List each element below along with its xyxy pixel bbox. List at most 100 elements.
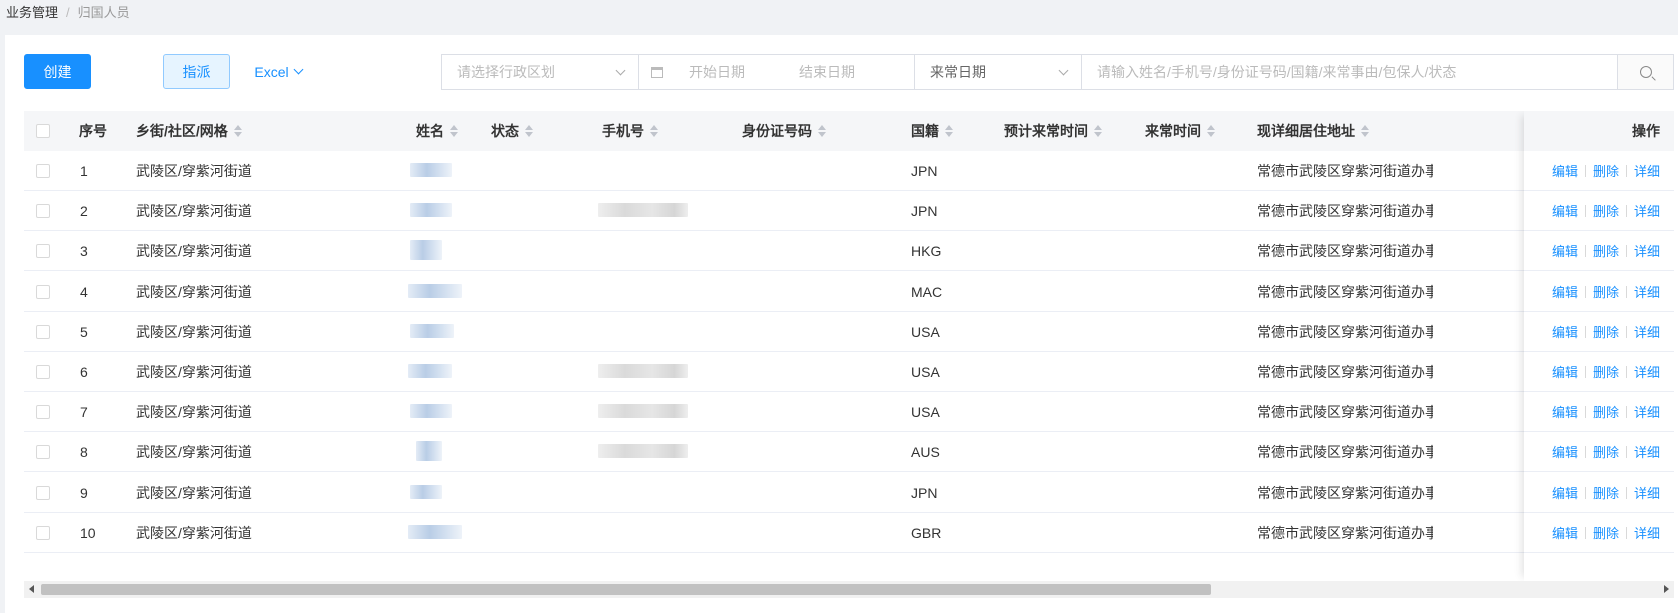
cell-nationality: USA xyxy=(911,404,940,420)
detail-link[interactable]: 详细 xyxy=(1634,442,1660,461)
row-actions: 编辑 删除 详细 xyxy=(1524,392,1674,432)
detail-link[interactable]: 详细 xyxy=(1634,161,1660,180)
detail-link[interactable]: 详细 xyxy=(1634,362,1660,381)
sort-icon[interactable] xyxy=(1361,125,1369,138)
delete-link[interactable]: 删除 xyxy=(1593,201,1619,220)
delete-link[interactable]: 删除 xyxy=(1593,442,1619,461)
date-type-select[interactable]: 来常日期 xyxy=(914,54,1082,90)
cell-name-redacted xyxy=(410,485,442,499)
cell-seq: 2 xyxy=(80,203,88,219)
action-divider xyxy=(1585,204,1587,217)
sort-icon[interactable] xyxy=(650,125,658,138)
detail-link[interactable]: 详细 xyxy=(1634,241,1660,260)
start-date-input[interactable]: 开始日期 xyxy=(689,62,745,82)
row-checkbox[interactable] xyxy=(36,526,50,540)
table-row: 1 武陵区/穿紫河街道 JPN 常德市武陵区穿紫河街道办事处 xyxy=(24,151,1674,191)
delete-link[interactable]: 删除 xyxy=(1593,402,1619,421)
detail-link[interactable]: 详细 xyxy=(1634,282,1660,301)
cell-seq: 5 xyxy=(80,324,88,340)
cell-phone-redacted xyxy=(598,203,688,217)
delete-link[interactable]: 删除 xyxy=(1593,483,1619,502)
cell-address: 常德市武陵区穿紫河街道办事处 xyxy=(1257,203,1433,219)
detail-link[interactable]: 详细 xyxy=(1634,523,1660,542)
edit-link[interactable]: 编辑 xyxy=(1552,442,1578,461)
delete-link[interactable]: 删除 xyxy=(1593,523,1619,542)
cell-nationality: JPN xyxy=(911,203,938,219)
edit-link[interactable]: 编辑 xyxy=(1552,362,1578,381)
search-button[interactable] xyxy=(1617,54,1674,90)
row-checkbox[interactable] xyxy=(36,164,50,178)
region-select[interactable]: 请选择行政区划 xyxy=(441,54,639,90)
row-checkbox[interactable] xyxy=(36,204,50,218)
column-header-phone[interactable]: 手机号 xyxy=(602,111,658,151)
row-actions: 编辑 删除 详细 xyxy=(1524,191,1674,231)
cell-name-redacted xyxy=(408,364,452,378)
row-checkbox[interactable] xyxy=(36,445,50,459)
edit-link[interactable]: 编辑 xyxy=(1552,523,1578,542)
table-row: 10 武陵区/穿紫河街道 GBR 常德市武陵区穿紫河街道办事处 xyxy=(24,513,1674,553)
edit-link[interactable]: 编辑 xyxy=(1552,201,1578,220)
row-checkbox[interactable] xyxy=(36,405,50,419)
detail-link[interactable]: 详细 xyxy=(1634,201,1660,220)
row-checkbox[interactable] xyxy=(36,325,50,339)
cell-area: 武陵区/穿紫河街道 xyxy=(136,284,252,300)
create-button[interactable]: 创建 xyxy=(24,54,91,89)
column-header-area[interactable]: 乡街/社区/网格 xyxy=(136,111,242,151)
search-input[interactable]: 请输入姓名/手机号/身份证号码/国籍/来常事由/包保人/状态 xyxy=(1081,54,1618,90)
chevron-down-icon xyxy=(293,64,304,75)
row-checkbox[interactable] xyxy=(36,285,50,299)
sort-icon[interactable] xyxy=(945,125,953,138)
sort-icon[interactable] xyxy=(818,125,826,138)
action-divider xyxy=(1626,526,1628,539)
cell-seq: 10 xyxy=(80,525,96,541)
edit-link[interactable]: 编辑 xyxy=(1552,322,1578,341)
scrollbar-thumb[interactable] xyxy=(41,584,1211,595)
select-all-checkbox[interactable] xyxy=(36,124,50,138)
sort-icon[interactable] xyxy=(1207,125,1215,138)
cell-nationality: GBR xyxy=(911,525,942,541)
column-header-arrival-time[interactable]: 来常时间 xyxy=(1145,111,1215,151)
delete-link[interactable]: 删除 xyxy=(1593,241,1619,260)
delete-link[interactable]: 删除 xyxy=(1593,161,1619,180)
end-date-input[interactable]: 结束日期 xyxy=(799,62,855,82)
assign-button[interactable]: 指派 xyxy=(163,54,230,89)
cell-address: 常德市武陵区穿紫河街道办事处 xyxy=(1257,243,1433,259)
delete-link[interactable]: 删除 xyxy=(1593,322,1619,341)
content-card: 创建 指派 Excel 请选择行政区划 开始日期 结束日期 来常日期 请输入姓名… xyxy=(5,35,1678,613)
action-divider xyxy=(1626,445,1628,458)
excel-dropdown-button[interactable]: Excel xyxy=(248,54,308,89)
edit-link[interactable]: 编辑 xyxy=(1552,483,1578,502)
date-range-picker[interactable]: 开始日期 结束日期 xyxy=(638,54,915,90)
edit-link[interactable]: 编辑 xyxy=(1552,402,1578,421)
breadcrumb-business-management[interactable]: 业务管理 xyxy=(6,5,58,20)
scroll-right-icon[interactable] xyxy=(1664,585,1669,593)
row-checkbox[interactable] xyxy=(36,244,50,258)
cell-seq: 7 xyxy=(80,404,88,420)
row-actions: 编辑 删除 详细 xyxy=(1524,352,1674,392)
column-header-address[interactable]: 现详细居住地址 xyxy=(1257,111,1369,151)
action-divider xyxy=(1626,405,1628,418)
cell-name-redacted xyxy=(410,404,452,418)
sort-icon[interactable] xyxy=(450,125,458,138)
edit-link[interactable]: 编辑 xyxy=(1552,161,1578,180)
column-header-idcard[interactable]: 身份证号码 xyxy=(742,111,826,151)
detail-link[interactable]: 详细 xyxy=(1634,402,1660,421)
column-header-status[interactable]: 状态 xyxy=(491,111,533,151)
row-checkbox[interactable] xyxy=(36,365,50,379)
edit-link[interactable]: 编辑 xyxy=(1552,282,1578,301)
edit-link[interactable]: 编辑 xyxy=(1552,241,1578,260)
detail-link[interactable]: 详细 xyxy=(1634,483,1660,502)
sort-icon[interactable] xyxy=(525,125,533,138)
horizontal-scrollbar[interactable] xyxy=(24,581,1674,598)
table-row: 6 武陵区/穿紫河街道 USA 常德市武陵区穿紫河街道办事处 xyxy=(24,352,1674,392)
sort-icon[interactable] xyxy=(233,125,242,138)
sort-icon[interactable] xyxy=(1094,125,1102,138)
delete-link[interactable]: 删除 xyxy=(1593,362,1619,381)
column-header-expected-time[interactable]: 预计来常时间 xyxy=(1004,111,1102,151)
scroll-left-icon[interactable] xyxy=(29,585,34,593)
row-checkbox[interactable] xyxy=(36,486,50,500)
column-header-nationality[interactable]: 国籍 xyxy=(911,111,953,151)
delete-link[interactable]: 删除 xyxy=(1593,282,1619,301)
column-header-name[interactable]: 姓名 xyxy=(416,111,458,151)
detail-link[interactable]: 详细 xyxy=(1634,322,1660,341)
